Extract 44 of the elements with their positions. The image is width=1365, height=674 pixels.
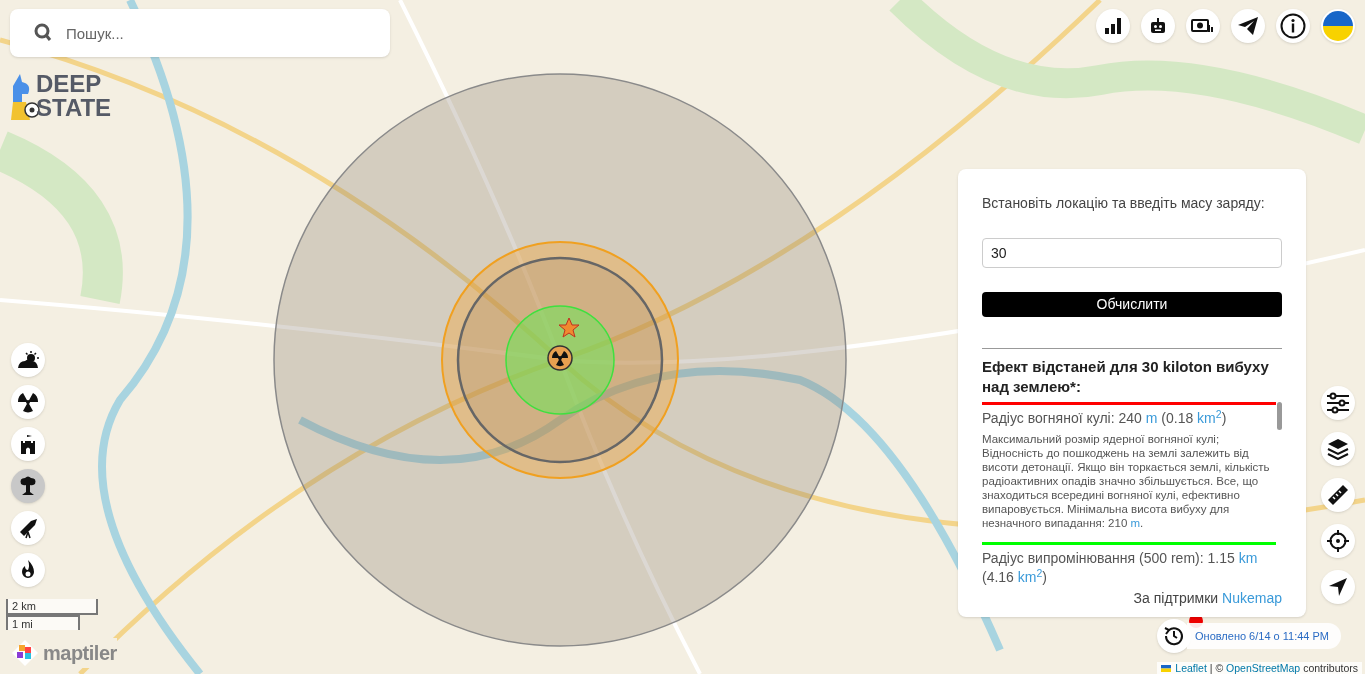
radiation-icon: [17, 391, 39, 413]
imperial-scale-bar: 1 mi: [6, 615, 80, 630]
effect-radius-text: Радіус випромінювання (500 rem): 1.15 km (4.16 km$^{2}$): [982, 549, 1259, 587]
logo-text: DEEP: [36, 72, 103, 96]
calculate-button[interactable]: Обчислити: [982, 292, 1282, 317]
effect-radius-text: Радіус вогняної кулі: 240 m (0.18 km$^{2}$): [982, 409, 1228, 428]
crosshair-icon: [1326, 529, 1350, 553]
layers-icon: [1327, 438, 1349, 460]
ukraine-flag-icon: [1161, 664, 1172, 672]
bar-chart-icon: [1103, 16, 1123, 36]
maptiler-logo-icon: [11, 639, 39, 667]
attribution-link[interactable]: Leaflet: [1175, 662, 1207, 674]
sliders-icon: [1326, 392, 1350, 414]
effect-description: Максимальний розмір ядерної вогняної кулі; Відносність до пошкоджень на землі залежить від висоти детонації. Якщо він торкається землі, кількість радіоактивних опадів значно збільшується. Все, що знаходиться всередині вогняної кулі, ефективно випаровується. Мінімальна висота вибуху для незначного випадання: 210 m.: [982, 432, 1271, 530]
update-status: Оновлено 6/14 о 11:44 PM: [1187, 623, 1342, 649]
scrollbar-thumb[interactable]: [1277, 402, 1282, 430]
flame-icon: [19, 559, 37, 581]
unit-link[interactable]: km$^{2}$: [1197, 410, 1222, 426]
attribution-text: Leaflet | © OpenStreetMap contributors: [1175, 662, 1358, 674]
unit-link[interactable]: m: [1145, 410, 1158, 426]
metric-scale-bar: 2 km: [6, 599, 98, 615]
star-marker-icon: [558, 317, 580, 338]
prompt-text: Встановіть локацію та введіть масу заряду:: [982, 194, 1266, 213]
maptiler-logo-text: maptiler: [43, 641, 117, 666]
history-icon: [1163, 625, 1185, 647]
yield-input[interactable]: 30: [982, 238, 1282, 268]
info-icon: [1280, 13, 1306, 39]
castle-icon: [18, 433, 38, 455]
robot-icon: [1148, 16, 1168, 36]
attribution-link[interactable]: OpenStreetMap: [1226, 662, 1301, 674]
nukemap-link[interactable]: Nukemap: [1222, 590, 1282, 606]
ukraine-flag-icon: [1323, 11, 1353, 41]
radiation-marker-icon: [547, 345, 573, 371]
sun-cloud-icon: [16, 350, 40, 370]
ruler-icon: [1327, 484, 1349, 506]
unit-link[interactable]: km: [1238, 550, 1258, 566]
results-heading: Ефект відстаней для 30 kiloton вибуху над землею*:: [982, 357, 1270, 397]
unit-link[interactable]: km$^{2}$: [1017, 569, 1043, 585]
logo-text: STATE: [36, 96, 112, 120]
search-icon: [34, 23, 52, 43]
search-field[interactable]: Пошук...: [10, 9, 390, 57]
credit-text: За підтримки Nukemap: [1132, 589, 1282, 608]
paper-plane-icon: [1237, 16, 1259, 36]
navigation-arrow-icon: [1328, 577, 1348, 597]
